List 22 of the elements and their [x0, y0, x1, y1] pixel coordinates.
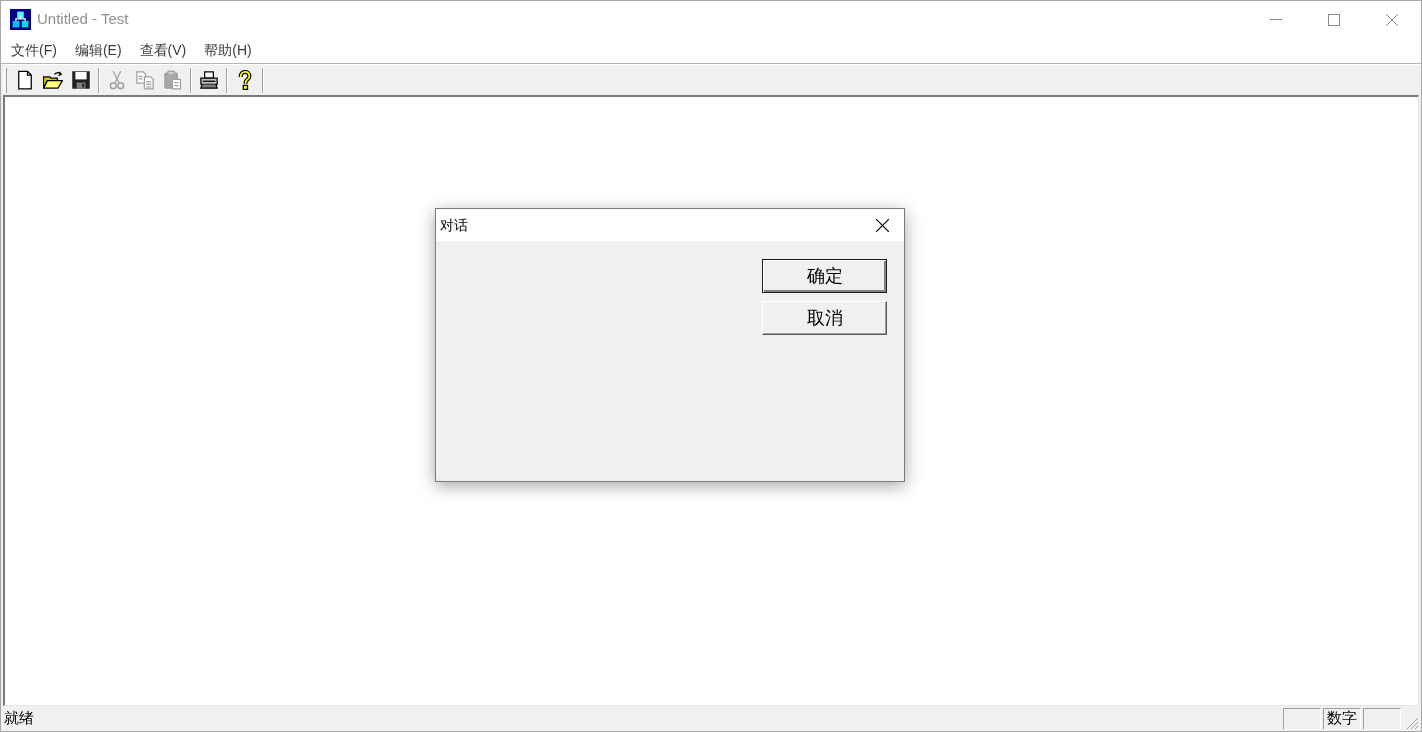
- menu-item[interactable]: 文件(F): [2, 38, 66, 63]
- copy-pages-icon: [135, 70, 155, 90]
- menu-item[interactable]: 查看(V): [130, 38, 196, 63]
- clipboard-icon: [163, 70, 183, 90]
- close-icon: [875, 218, 889, 232]
- blank-page-icon: [15, 70, 35, 90]
- printer-icon: [199, 70, 219, 90]
- app-icon: [10, 9, 31, 30]
- dialog-title: 对话: [440, 215, 468, 235]
- maximize-icon: [1328, 13, 1340, 26]
- scissors-icon: [107, 70, 127, 90]
- dialog-button[interactable]: 确定: [762, 259, 887, 293]
- close-icon: [1386, 13, 1398, 26]
- resize-grip-icon[interactable]: [1405, 716, 1419, 730]
- menu-item[interactable]: 帮助(H): [195, 38, 261, 63]
- status-indicator: 数字: [1327, 708, 1357, 729]
- dialog-button[interactable]: 取消: [762, 301, 887, 335]
- status-message: 就绪: [3, 708, 34, 729]
- window-title: Untitled - Test: [37, 9, 129, 30]
- folder-icon: [43, 70, 63, 90]
- menu-item[interactable]: 编辑(E): [65, 38, 131, 63]
- minimize-icon: [1270, 18, 1282, 21]
